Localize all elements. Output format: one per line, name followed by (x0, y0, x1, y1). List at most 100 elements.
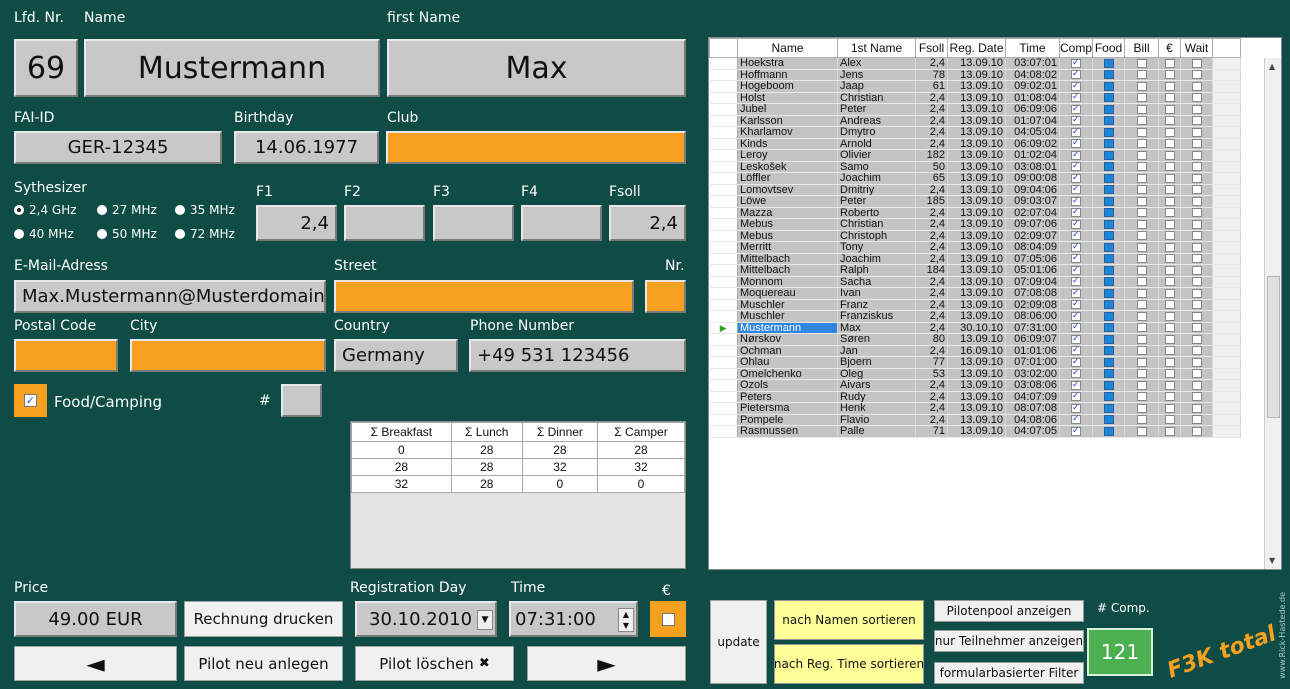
euro-checkbox-icon[interactable] (1164, 265, 1175, 275)
grid-cell[interactable]: 2,4 (915, 57, 948, 70)
bill-checkbox-icon[interactable] (1136, 254, 1147, 264)
food-cell[interactable] (1092, 230, 1126, 242)
euro-checkbox-icon[interactable] (1164, 300, 1175, 310)
grid-cell[interactable]: 2,4 (915, 218, 948, 231)
grid-cell[interactable]: 77 (915, 356, 948, 369)
wait-checkbox-icon[interactable] (1191, 369, 1202, 379)
grid-cell[interactable]: Roberto (837, 207, 916, 219)
euro-cell[interactable] (1158, 322, 1182, 334)
wait-cell[interactable] (1180, 402, 1214, 415)
euro-checkbox-icon[interactable] (1164, 311, 1175, 321)
grid-cell[interactable]: 09:07:06 (1005, 218, 1060, 231)
row-selector[interactable] (709, 368, 738, 380)
euro-cell[interactable] (1158, 356, 1182, 369)
wait-cell[interactable] (1180, 57, 1214, 70)
grid-cell[interactable]: 01:07:04 (1005, 115, 1060, 127)
table-row[interactable]: Hoffmann Jens 78 13.09.10 04:08:02 (709, 69, 1242, 81)
food-cell[interactable] (1092, 57, 1126, 70)
row-selector[interactable] (709, 138, 738, 150)
euro-cell[interactable] (1158, 218, 1182, 231)
wait-checkbox-icon[interactable] (1191, 58, 1202, 68)
euro-checkbox-icon[interactable] (1164, 369, 1175, 379)
grid-cell[interactable]: 13.09.10 (947, 149, 1006, 162)
grid-scrollbar[interactable]: ▲ ▼ (1264, 58, 1281, 569)
row-selector[interactable] (709, 264, 738, 277)
form-filter-button[interactable]: formularbasierter Filter (934, 662, 1084, 684)
euro-checkbox-icon[interactable] (1164, 219, 1175, 229)
food-cell[interactable] (1092, 414, 1126, 426)
table-row[interactable]: Leroy Olivier 182 13.09.10 01:02:04 (709, 149, 1242, 162)
comp-cell[interactable] (1059, 345, 1094, 357)
grid-cell[interactable]: Ivan (837, 287, 916, 300)
comp-checkbox-icon[interactable] (1071, 161, 1081, 172)
row-selector[interactable] (709, 161, 738, 173)
table-row[interactable]: Monnom Sacha 2,4 13.09.10 07:09:04 (709, 276, 1242, 288)
bill-cell[interactable] (1124, 356, 1160, 369)
comp-checkbox-icon[interactable] (1071, 426, 1081, 436)
wait-cell[interactable] (1180, 391, 1214, 403)
euro-cell[interactable] (1158, 333, 1182, 346)
euro-checkbox-icon[interactable] (1164, 288, 1175, 298)
bill-cell[interactable] (1124, 333, 1160, 346)
comp-cell[interactable] (1059, 391, 1094, 403)
wait-cell[interactable] (1180, 115, 1214, 127)
food-cell[interactable] (1092, 69, 1126, 81)
table-row[interactable]: Merritt Tony 2,4 13.09.10 08:04:09 (709, 241, 1242, 254)
bill-checkbox-icon[interactable] (1136, 185, 1147, 195)
wait-cell[interactable] (1180, 161, 1214, 173)
synth-option-27mhz[interactable]: 27 MHz (97, 203, 157, 217)
food-cell[interactable] (1092, 276, 1126, 288)
food-indicator-icon[interactable] (1103, 323, 1114, 333)
print-invoice-button[interactable]: Rechnung drucken (184, 601, 343, 637)
grid-cell[interactable]: 2,4 (915, 207, 948, 219)
grid-cell[interactable]: Karlsson (737, 115, 838, 127)
bill-cell[interactable] (1124, 402, 1160, 415)
comp-cell[interactable] (1059, 195, 1094, 208)
wait-cell[interactable] (1180, 195, 1214, 208)
row-selector[interactable] (709, 356, 738, 369)
comp-checkbox-icon[interactable] (1071, 368, 1081, 379)
wait-cell[interactable] (1180, 92, 1214, 104)
synth-option-35mhz[interactable]: 35 MHz (175, 203, 235, 217)
grid-cell[interactable]: 2,4 (915, 322, 948, 334)
grid-cell[interactable]: Palle (837, 425, 916, 438)
comp-checkbox-icon[interactable] (1071, 357, 1081, 367)
next-pilot-button[interactable]: ► (527, 646, 686, 681)
row-selector[interactable] (709, 299, 738, 311)
bill-cell[interactable] (1124, 184, 1160, 196)
bill-cell[interactable] (1124, 287, 1160, 300)
grid-cell[interactable]: Andreas (837, 115, 916, 127)
grid-cell[interactable]: Kinds (737, 138, 838, 150)
comp-cell[interactable] (1059, 402, 1094, 415)
prev-pilot-button[interactable]: ◄ (14, 646, 177, 681)
grid-cell[interactable]: Löffler (737, 172, 838, 185)
comp-checkbox-icon[interactable] (1071, 207, 1081, 218)
food-indicator-icon[interactable] (1103, 265, 1114, 275)
wait-cell[interactable] (1180, 322, 1214, 334)
food-checkbox[interactable]: ✓ (14, 384, 47, 417)
grid-cell[interactable]: Aivars (837, 379, 916, 392)
grid-cell[interactable]: 04:05:04 (1005, 126, 1060, 139)
grid-cell[interactable]: 13.09.10 (947, 425, 1006, 438)
wait-cell[interactable] (1180, 264, 1214, 277)
comp-cell[interactable] (1059, 149, 1094, 162)
comp-checkbox-icon[interactable] (1071, 391, 1081, 402)
euro-cell[interactable] (1158, 172, 1182, 185)
grid-header[interactable]: Name (737, 38, 838, 58)
grid-cell[interactable]: Max (837, 322, 916, 334)
food-cell[interactable] (1092, 161, 1126, 173)
grid-cell[interactable]: 78 (915, 69, 948, 81)
wait-checkbox-icon[interactable] (1191, 196, 1202, 206)
comp-cell[interactable] (1059, 103, 1094, 116)
city-field[interactable] (130, 339, 326, 372)
comp-cell[interactable] (1059, 115, 1094, 127)
fai-field[interactable]: GER-12345 (14, 131, 222, 164)
bill-checkbox-icon[interactable] (1136, 93, 1147, 103)
wait-checkbox-icon[interactable] (1191, 242, 1202, 252)
bill-checkbox-icon[interactable] (1136, 323, 1147, 333)
comp-checkbox-icon[interactable] (1071, 230, 1081, 241)
wait-checkbox-icon[interactable] (1191, 173, 1202, 183)
grid-cell[interactable]: Mebus (737, 218, 838, 231)
wait-cell[interactable] (1180, 69, 1214, 81)
table-row[interactable]: Hoekstra Alex 2,4 13.09.10 03:07:01 (709, 57, 1242, 70)
